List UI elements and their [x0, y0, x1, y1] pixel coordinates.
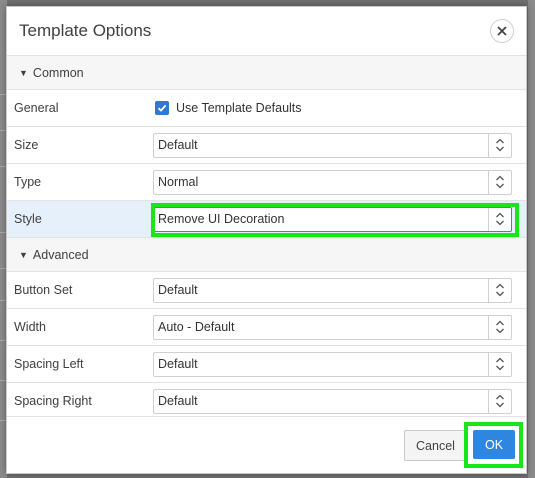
width-select[interactable]: Auto - Default	[153, 314, 512, 340]
checkmark-icon[interactable]	[155, 101, 169, 115]
dialog-title: Template Options	[19, 21, 152, 40]
row-general: General Use Template Defaults	[7, 90, 526, 127]
dialog-footer: Cancel OK	[7, 416, 526, 473]
row-width-label: Width	[14, 320, 46, 334]
spacing-right-select-value: Default	[158, 394, 198, 408]
button-set-select[interactable]: Default	[153, 277, 512, 303]
section-advanced[interactable]: ▼ Advanced	[7, 238, 526, 272]
row-button-set: Button Set Default	[7, 272, 526, 309]
updown-chevron-icon	[488, 352, 511, 376]
spacing-left-select-value: Default	[158, 357, 198, 371]
updown-chevron-icon	[488, 133, 511, 157]
dialog-titlebar: Template Options	[7, 7, 526, 56]
cancel-button[interactable]: Cancel	[404, 430, 467, 461]
row-spacing-right: Spacing Right Default	[7, 383, 526, 419]
backdrop-right	[528, 0, 535, 478]
row-spacing-left-label: Spacing Left	[14, 357, 84, 371]
triangle-down-icon: ▼	[19, 249, 28, 260]
row-type-label: Type	[14, 175, 42, 189]
section-common[interactable]: ▼ Common	[7, 56, 526, 90]
row-button-set-label: Button Set	[14, 283, 73, 297]
row-width: Width Auto - Default	[7, 309, 526, 346]
row-general-label: General	[14, 101, 59, 115]
ok-button[interactable]: OK	[473, 430, 515, 459]
style-select[interactable]: Remove UI Decoration	[153, 206, 512, 232]
row-style: Style Remove UI Decoration	[7, 201, 526, 238]
width-select-value: Auto - Default	[158, 320, 235, 334]
size-select[interactable]: Default	[153, 132, 512, 158]
row-size-label: Size	[14, 138, 39, 152]
row-spacing-left: Spacing Left Default	[7, 346, 526, 383]
section-advanced-label: Advanced	[32, 247, 89, 262]
row-style-label: Style	[14, 212, 42, 226]
section-common-label: Common	[32, 65, 84, 80]
button-set-select-value: Default	[158, 283, 198, 297]
updown-chevron-icon	[488, 389, 511, 413]
updown-chevron-icon	[488, 315, 511, 339]
updown-chevron-icon	[488, 207, 511, 231]
style-select-value: Remove UI Decoration	[158, 212, 285, 226]
dialog-body: ▼ Common General Use Template Defaults S…	[7, 56, 526, 419]
updown-chevron-icon	[488, 170, 511, 194]
use-template-defaults-label: Use Template Defaults	[176, 101, 302, 115]
use-template-defaults-checkbox[interactable]: Use Template Defaults	[153, 101, 302, 115]
type-select-value: Normal	[158, 175, 199, 189]
close-icon	[497, 26, 507, 36]
size-select-value: Default	[158, 138, 198, 152]
triangle-down-icon: ▼	[19, 67, 28, 78]
spacing-right-select[interactable]: Default	[153, 388, 512, 414]
row-size: Size Default	[7, 127, 526, 164]
type-select[interactable]: Normal	[153, 169, 512, 195]
row-spacing-right-label: Spacing Right	[14, 394, 92, 408]
spacing-left-select[interactable]: Default	[153, 351, 512, 377]
template-options-dialog: Template Options ▼ Common General Use Te…	[6, 6, 527, 474]
close-button[interactable]	[490, 19, 514, 43]
updown-chevron-icon	[488, 278, 511, 302]
row-type: Type Normal	[7, 164, 526, 201]
